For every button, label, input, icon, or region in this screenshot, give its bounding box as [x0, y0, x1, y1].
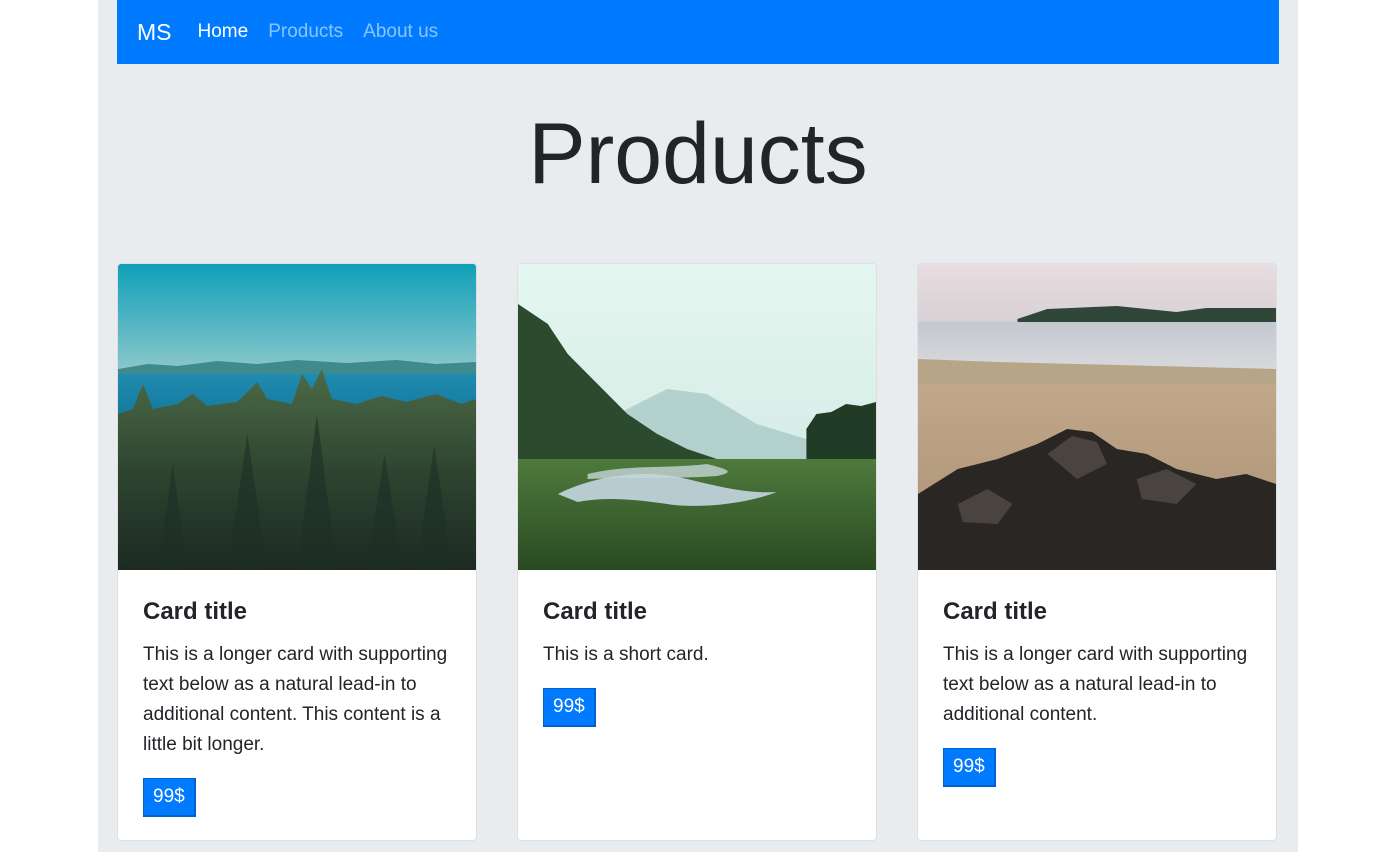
- product-card: Card title This is a longer card with su…: [917, 263, 1277, 841]
- product-card: Card title This is a short card. 99$: [517, 263, 877, 841]
- price-button[interactable]: 99$: [543, 688, 596, 727]
- nav-link-products[interactable]: Products: [268, 21, 343, 43]
- price-button[interactable]: 99$: [143, 778, 196, 817]
- card-image-misty-valley: [518, 264, 876, 570]
- page-title: Products: [528, 106, 868, 202]
- card-text: This is a longer card with supporting te…: [943, 644, 1248, 725]
- nav-links: Home Products About us: [198, 21, 459, 43]
- card-title: Card title: [143, 598, 248, 625]
- card-image-forest-lake: [118, 264, 476, 570]
- brand-logo[interactable]: MS: [137, 19, 172, 46]
- product-card: Card title This is a longer card with su…: [117, 263, 477, 841]
- card-image-rocky-beach: [918, 264, 1276, 570]
- navbar: MS Home Products About us: [117, 0, 1279, 64]
- card-text: This is a longer card with supporting te…: [143, 644, 448, 755]
- card-title: Card title: [943, 598, 1048, 625]
- card-title: Card title: [543, 598, 648, 625]
- nav-link-home[interactable]: Home: [198, 21, 249, 43]
- card-text: This is a short card.: [543, 644, 709, 665]
- page-container: MS Home Products About us Products Card …: [98, 0, 1298, 852]
- nav-link-about-us[interactable]: About us: [363, 21, 438, 43]
- price-button[interactable]: 99$: [943, 748, 996, 787]
